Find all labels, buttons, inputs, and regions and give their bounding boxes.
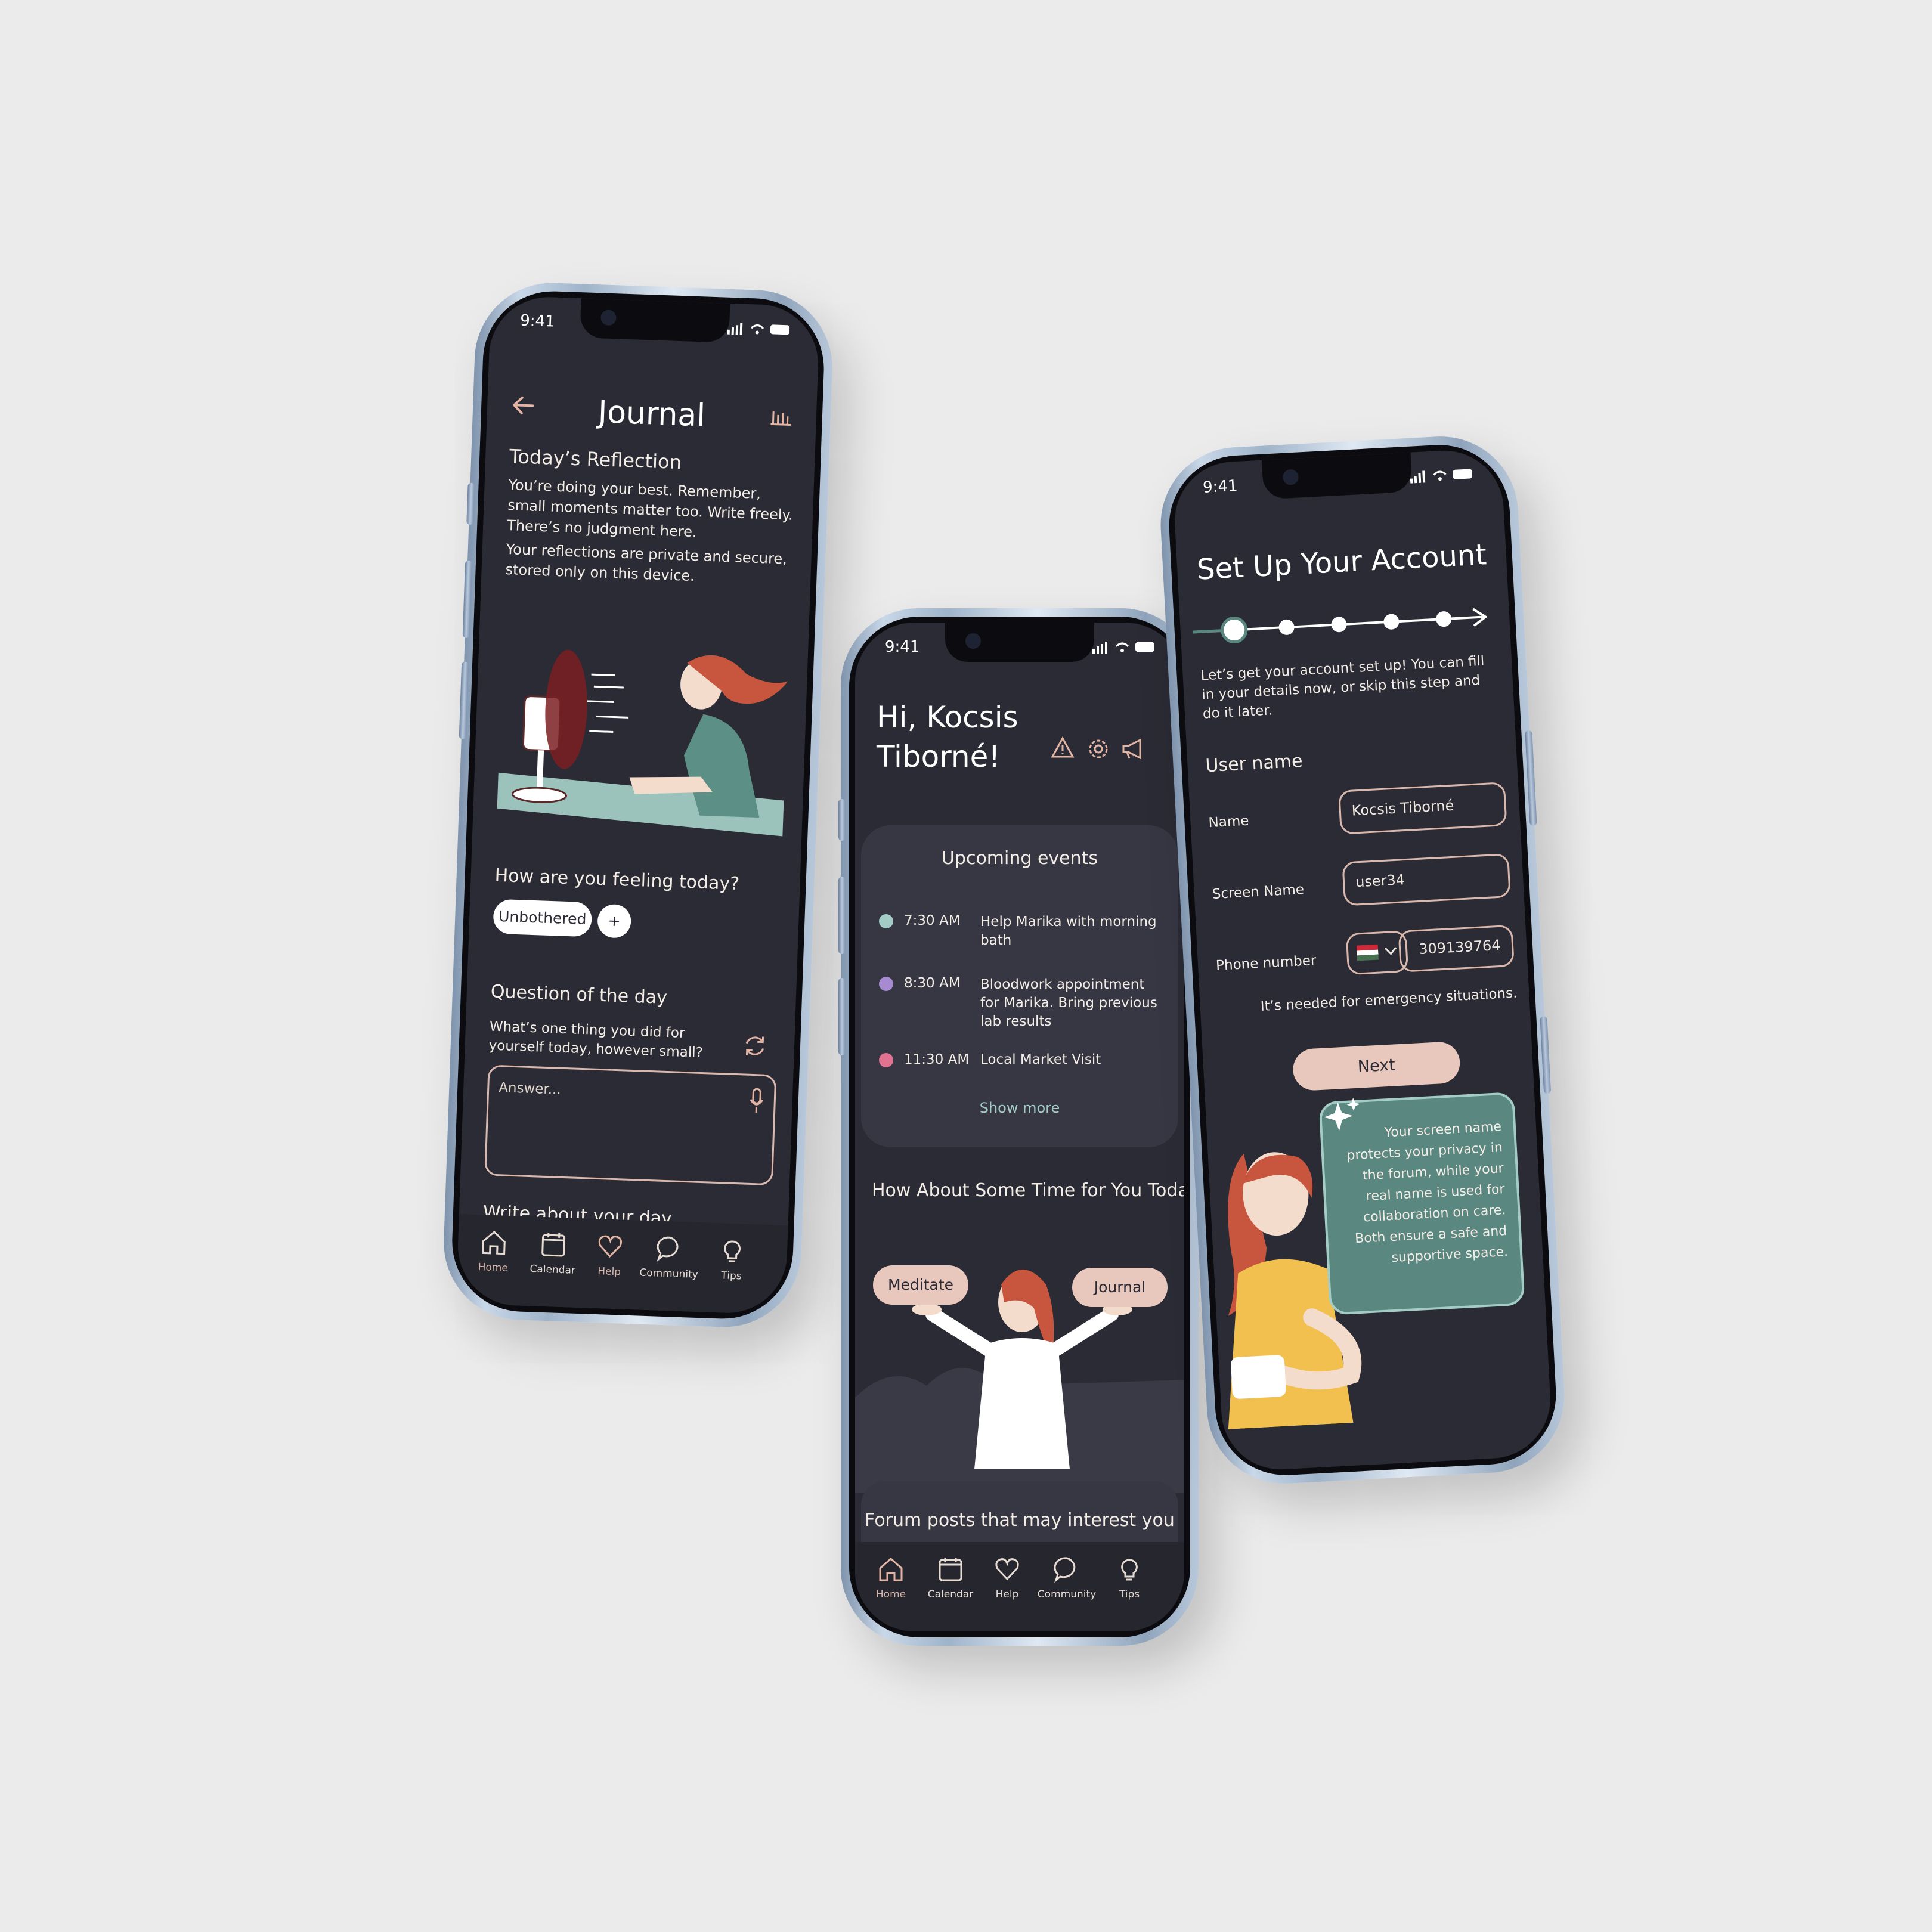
event-row[interactable]: 11:30 AM Local Market Visit	[879, 1051, 1171, 1075]
nav-help[interactable]: Help	[579, 1231, 640, 1278]
intro-text: Let’s get your account set up! You can f…	[1200, 653, 1485, 722]
calendar-icon	[939, 1558, 962, 1581]
lightbulb-icon	[1121, 1559, 1138, 1581]
phone-label: Phone number	[1215, 953, 1317, 974]
status-time: 9:41	[519, 311, 556, 331]
add-mood-button[interactable]: +	[597, 903, 632, 939]
nav-calendar[interactable]: Calendar	[921, 1555, 980, 1600]
reflection-text: You’re doing your best. Remember, small …	[506, 476, 794, 541]
name-label: Name	[1208, 813, 1250, 831]
nav-home[interactable]: Home	[463, 1227, 524, 1274]
chat-bubble-icon	[657, 1236, 679, 1262]
heart-icon	[995, 1558, 1019, 1581]
screen-name-label: Screen Name	[1212, 881, 1305, 903]
meditate-button[interactable]: Meditate	[873, 1265, 968, 1305]
nav-tips[interactable]: Tips	[701, 1236, 763, 1283]
mood-chip-unbothered[interactable]: Unbothered	[493, 899, 593, 937]
greeting-line2: Tiborné!	[877, 739, 1001, 774]
event-time: 7:30 AM	[904, 913, 961, 928]
setup-phone: 9:41 Set Up Your Account Let’s get your …	[1156, 432, 1569, 1488]
phone-value: 309139764	[1418, 936, 1501, 958]
show-more-link[interactable]: Show more	[861, 1100, 1178, 1116]
name-value: Kocsis Tiborné	[1351, 797, 1455, 819]
status-time: 9:41	[885, 638, 920, 656]
question-text: What’s one thing you did for yourself to…	[488, 1018, 704, 1061]
screen-name-input[interactable]: user34	[1342, 853, 1511, 906]
name-input[interactable]: Kocsis Tiborné	[1338, 782, 1507, 835]
refresh-icon[interactable]	[742, 1033, 767, 1058]
answer-placeholder: Answer...	[498, 1080, 562, 1098]
privacy-text: Your reflections are private and secure,…	[505, 541, 788, 585]
reflection-heading: Today’s Reflection	[509, 445, 682, 474]
journal-phone: 9:41 Journal Today’s Reflection You’re d…	[441, 280, 835, 1330]
forum-heading: Forum posts that may interest you	[865, 1510, 1175, 1531]
question-heading: Question of the day	[490, 981, 668, 1008]
page-title: Set Up Your Account	[1196, 538, 1488, 587]
event-title: Bloodwork appointment for Marika. Bring …	[980, 977, 1157, 1029]
nav-calendar[interactable]: Calendar	[522, 1230, 584, 1277]
stats-chart-icon[interactable]	[769, 405, 792, 426]
chat-bubble-icon	[1054, 1557, 1076, 1583]
upcoming-title: Upcoming events	[941, 848, 1098, 869]
nav-home[interactable]: Home	[861, 1555, 921, 1600]
megaphone-icon[interactable]	[1121, 737, 1145, 761]
status-icons	[1092, 642, 1154, 654]
event-dot	[879, 914, 893, 928]
event-row[interactable]: 7:30 AM Help Marika with morning bath	[879, 912, 1171, 948]
home-phone: 9:41 Hi, Kocsis Tiborné! Upcoming events…	[838, 608, 1199, 1646]
upcoming-events-card: Upcoming events 7:30 AM Help Marika with…	[861, 825, 1178, 1147]
chevron-down-icon	[1384, 947, 1397, 955]
home-icon	[879, 1557, 903, 1581]
section-heading: User name	[1205, 750, 1304, 777]
answer-input[interactable]: Answer...	[484, 1064, 777, 1186]
journal-button[interactable]: Journal	[1072, 1268, 1168, 1307]
calendar-icon	[541, 1233, 566, 1257]
nav-help[interactable]: Help	[977, 1555, 1037, 1600]
event-title: Local Market Visit	[980, 1052, 1101, 1067]
nav-tips[interactable]: Tips	[1100, 1555, 1159, 1600]
tip-text: Your screen name protects your privacy i…	[1346, 1119, 1509, 1266]
settings-gear-icon[interactable]	[1086, 737, 1110, 761]
nav-community[interactable]: Community	[1037, 1555, 1097, 1600]
phone-input[interactable]: 309139764	[1398, 924, 1515, 973]
event-title: Help Marika with morning bath	[980, 914, 1157, 948]
next-button[interactable]: Next	[1292, 1041, 1461, 1092]
status-icons	[727, 323, 790, 335]
tip-bubble: Your screen name protects your privacy i…	[1318, 1092, 1525, 1315]
setup-screen: 9:41 Set Up Your Account Let’s get your …	[1172, 447, 1553, 1473]
time-for-you-heading: How About Some Time for You Today?	[872, 1180, 1184, 1201]
event-row[interactable]: 8:30 AM Bloodwork appointment for Marika…	[879, 974, 1171, 1040]
phone-note: It’s needed for emergency situations.	[1260, 985, 1518, 1015]
lightbulb-icon	[724, 1240, 741, 1262]
event-dot	[879, 977, 893, 991]
screen-name-value: user34	[1355, 871, 1405, 891]
greeting-line1: Hi, Kocsis	[877, 700, 1018, 735]
event-dot	[879, 1053, 893, 1067]
progress-stepper	[1192, 608, 1488, 644]
status-icons	[1410, 469, 1472, 484]
home-icon	[482, 1231, 506, 1255]
hungary-flag-icon	[1356, 944, 1379, 961]
event-time: 8:30 AM	[904, 976, 961, 991]
woman-with-fan-illustration	[497, 649, 788, 837]
bottom-nav: Home Calendar Help Community Tips	[456, 1213, 788, 1315]
feeling-heading: How are you feeling today?	[494, 865, 740, 895]
event-time: 11:30 AM	[904, 1052, 970, 1067]
home-screen: 9:41 Hi, Kocsis Tiborné! Upcoming events…	[855, 623, 1184, 1631]
page-title: Journal	[597, 394, 706, 434]
heart-icon	[598, 1235, 622, 1258]
status-time: 9:41	[1202, 476, 1239, 497]
nav-community[interactable]: Community	[639, 1234, 700, 1281]
bottom-nav: Home Calendar Help Community Tips	[855, 1542, 1184, 1631]
warning-icon[interactable]	[1051, 736, 1075, 760]
microphone-icon[interactable]	[748, 1088, 765, 1114]
journal-screen: 9:41 Journal Today’s Reflection You’re d…	[456, 295, 821, 1315]
